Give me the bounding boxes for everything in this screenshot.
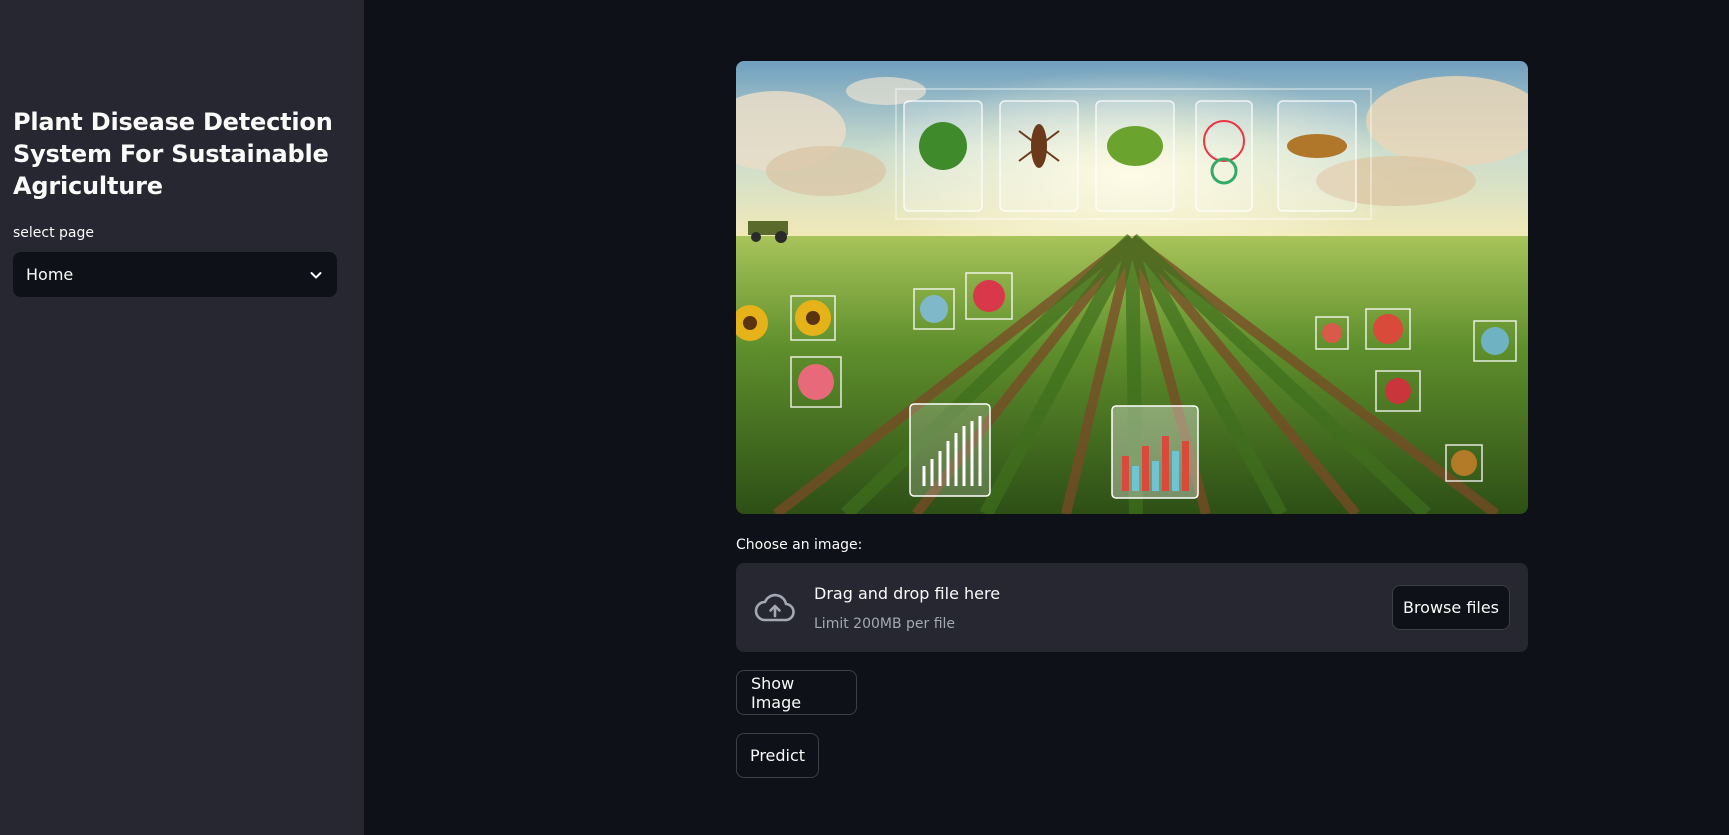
main-content: Choose an image: Drag and drop file here… <box>364 0 1729 835</box>
dropzone-limit: Limit 200MB per file <box>814 616 956 632</box>
sidebar: Plant Disease Detection System For Susta… <box>0 0 364 835</box>
predict-button[interactable]: Predict <box>736 733 819 778</box>
cloud-upload-icon <box>754 590 796 624</box>
browse-files-button[interactable]: Browse files <box>1392 585 1510 630</box>
file-dropzone[interactable]: Drag and drop file here Limit 200MB per … <box>736 563 1528 652</box>
chevron-down-icon <box>309 268 323 282</box>
page-select[interactable]: Home <box>13 252 337 297</box>
select-page-label: select page <box>13 225 95 241</box>
dropzone-title: Drag and drop file here <box>814 584 1001 603</box>
app-title: Plant Disease Detection System For Susta… <box>13 108 333 200</box>
show-image-button[interactable]: Show Image <box>736 670 857 715</box>
page-select-value: Home <box>26 265 74 284</box>
app-root: Plant Disease Detection System For Susta… <box>0 0 1729 835</box>
hero-image-farm-field <box>736 61 1528 514</box>
file-uploader-label: Choose an image: <box>736 537 863 553</box>
